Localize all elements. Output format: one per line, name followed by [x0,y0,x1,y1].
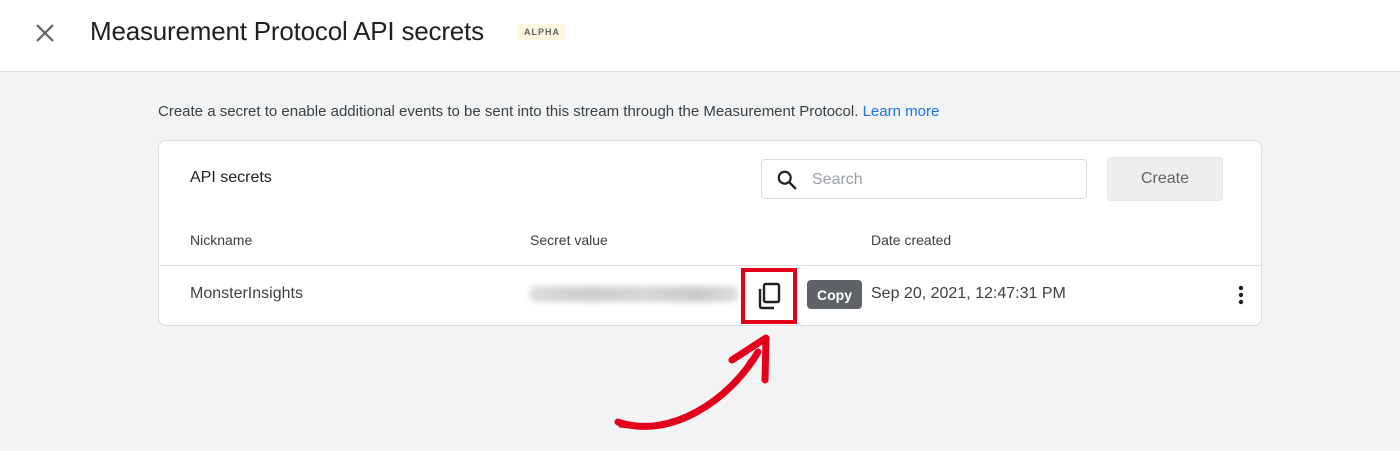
copy-icon [758,282,781,310]
create-button[interactable]: Create [1107,157,1223,201]
close-icon [36,24,54,42]
date-created-cell: Sep 20, 2021, 12:47:31 PM [871,285,1066,302]
intro-text: Create a secret to enable additional eve… [158,103,939,120]
nickname-cell: MonsterInsights [190,285,303,302]
card-title: API secrets [190,169,272,186]
close-button[interactable] [30,18,60,48]
header-bar: Measurement Protocol API secrets ALPHA [0,0,1400,72]
page-title: Measurement Protocol API secrets [90,16,484,46]
copy-secret-button[interactable] [741,268,797,324]
more-vert-icon [1238,285,1244,305]
column-header-date-created: Date created [871,232,952,248]
search-box[interactable] [761,159,1087,199]
column-header-secret-value: Secret value [530,232,608,248]
row-divider [159,265,1261,266]
annotation-arrow-icon [614,334,770,430]
column-header-nickname: Nickname [190,232,253,248]
search-input[interactable] [812,168,1072,192]
search-icon [777,170,797,190]
learn-more-link[interactable]: Learn more [863,103,940,120]
intro-description: Create a secret to enable additional eve… [158,103,859,120]
copy-tooltip: Copy [807,280,862,309]
api-secrets-card: API secrets Create Nickname Secret value… [158,140,1262,326]
alpha-badge: ALPHA [518,24,566,40]
blurred-secret-value [529,286,739,302]
row-menu-button[interactable] [1229,283,1253,307]
